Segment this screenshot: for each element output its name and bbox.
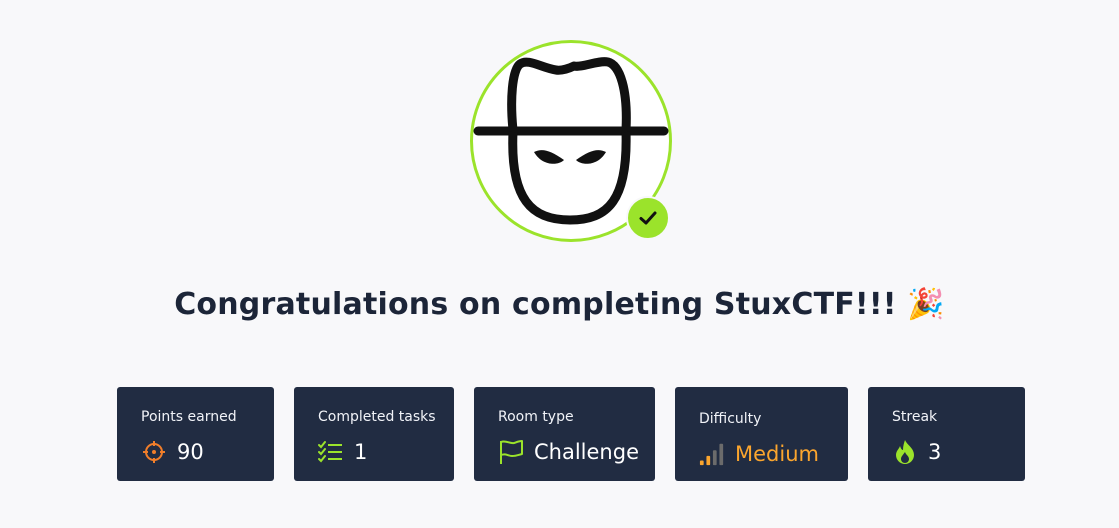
target-icon (141, 439, 167, 465)
completed-badge (626, 196, 670, 240)
stat-card-difficulty: Difficulty Medium (675, 387, 848, 481)
stat-value: 3 (928, 440, 942, 464)
stat-card-completed-tasks: Completed tasks 1 (294, 387, 454, 481)
stat-card-room-type: Room type Challenge (474, 387, 655, 481)
flag-icon (498, 439, 524, 465)
stat-card-points: Points earned 90 (117, 387, 274, 481)
room-completion-avatar (470, 40, 672, 242)
stat-label: Completed tasks (318, 409, 436, 425)
stat-value: Medium (735, 442, 819, 466)
stat-label: Difficulty (699, 411, 762, 427)
page-title: Congratulations on completing StuxCTF!!!… (174, 287, 945, 322)
stat-value: 1 (354, 440, 368, 464)
checklist-icon (318, 439, 344, 465)
stat-label: Points earned (141, 409, 237, 425)
stat-label: Room type (498, 409, 574, 425)
signal-bars-icon (699, 441, 725, 467)
check-icon (639, 211, 657, 225)
flame-icon (892, 439, 918, 465)
stat-value: Challenge (534, 440, 639, 464)
stat-label: Streak (892, 409, 938, 425)
stat-card-streak: Streak 3 (868, 387, 1025, 481)
stat-value: 90 (177, 440, 204, 464)
